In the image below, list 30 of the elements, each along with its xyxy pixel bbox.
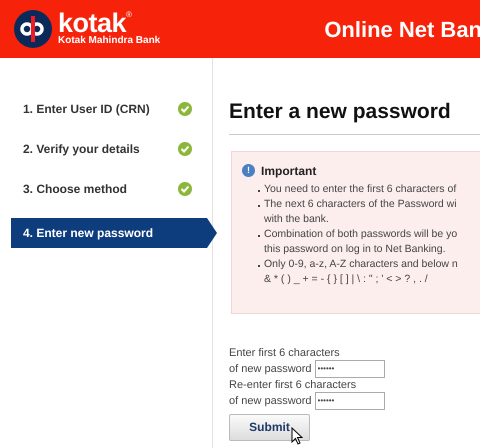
notice-title: Important [261,162,316,180]
field-label: of new password [229,362,312,376]
info-icon: ! [242,164,255,177]
notice-text: The next 6 characters of the Password wi [264,196,457,212]
logo-subtitle: Kotak Mahindra Bank [58,35,160,47]
field-label: Enter first 6 characters [229,346,341,360]
step-item[interactable]: 3. Choose method [11,178,217,200]
logo-wordmark: kotak [58,11,126,35]
notice-text: You need to enter the first 6 characters of [264,182,456,196]
field-label: of new password [229,394,312,408]
step-label: 3. Choose method [23,181,128,198]
password-field[interactable]: •••••• [314,360,385,378]
notice-text: with the bank. [264,212,329,226]
password-field[interactable]: •••••• [314,392,385,410]
cursor-icon [291,426,303,444]
field-label: Re-enter first 6 characters [229,378,358,392]
notice-text: this password on log in to Net Banking. [264,242,446,256]
step-item[interactable]: 4. Enter new password [11,218,217,248]
step-label: 4. Enter new password [23,225,154,242]
logo-icon [14,10,52,48]
step-item[interactable]: 1. Enter User ID (CRN) [11,98,217,120]
submit-button[interactable]: Submit [229,414,310,440]
step-label: 2. Verify your details [23,141,140,158]
page-title: Enter a new password [229,100,451,123]
step-item[interactable]: 2. Verify your details [11,138,217,160]
notice-text: & * ( ) _ + = - { } [ ] | \ : " ; ' < > ? , . / [264,272,428,286]
step-label: 1. Enter User ID (CRN) [23,101,150,118]
notice-text: Only 0-9, a-z, A-Z characters and below n [264,256,458,272]
notice-text: Combination of both passwords will be yo [264,226,458,242]
registered-mark: ® [126,11,132,19]
